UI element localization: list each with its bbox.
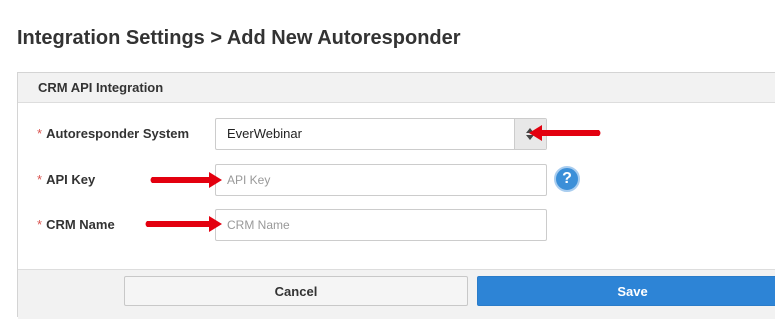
- required-marker: *: [37, 217, 43, 232]
- api-key-label: * API Key: [37, 172, 96, 187]
- crm-name-input[interactable]: [215, 209, 547, 241]
- question-circle-icon[interactable]: ?: [554, 166, 580, 192]
- red-arrow-icon: [145, 216, 222, 232]
- page-title: Integration Settings > Add New Autorespo…: [17, 27, 461, 49]
- required-marker: *: [37, 126, 43, 141]
- save-button[interactable]: Save: [477, 276, 775, 306]
- red-arrow-icon: [150, 172, 222, 188]
- autoresponder-system-value: EverWebinar: [227, 126, 302, 141]
- crm-name-label: * CRM Name: [37, 217, 115, 232]
- api-key-input[interactable]: [215, 164, 547, 196]
- red-arrow-icon: [529, 125, 601, 141]
- required-marker: *: [37, 172, 43, 187]
- autoresponder-system-label: * Autoresponder System: [37, 126, 190, 141]
- cancel-button[interactable]: Cancel: [124, 276, 468, 306]
- autoresponder-system-select[interactable]: EverWebinar: [215, 118, 547, 150]
- crm-api-integration-panel: CRM API Integration * Autoresponder Syste…: [17, 72, 775, 319]
- panel-title: CRM API Integration: [18, 73, 775, 103]
